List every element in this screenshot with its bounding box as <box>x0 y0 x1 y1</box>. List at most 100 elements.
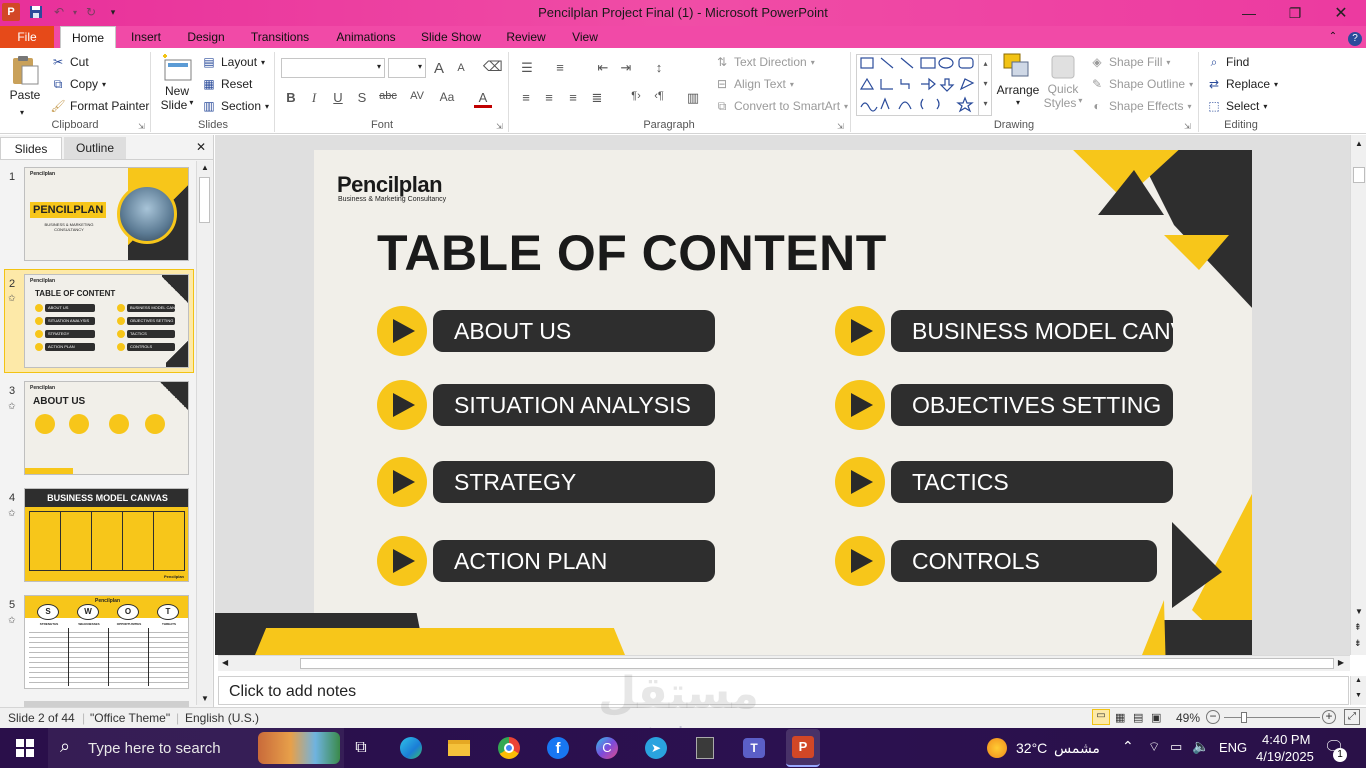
tab-view[interactable]: View <box>566 26 604 48</box>
shapes-gallery[interactable] <box>856 54 992 116</box>
scroll-up-icon[interactable]: ▲ <box>201 163 209 172</box>
shape-effects-button[interactable]: ◐ Shape Effects ▾ <box>1089 98 1191 114</box>
editor-vertical-scrollbar[interactable]: ▲ ▼ ⇞ ⇟ <box>1350 135 1366 655</box>
clipboard-launcher-icon[interactable]: ⇲ <box>138 122 145 131</box>
convert-smartart-button[interactable]: ⧉ Convert to SmartArt ▾ <box>714 98 848 114</box>
facebook-icon[interactable]: f <box>545 736 571 760</box>
language-status[interactable]: English (U.S.) <box>185 711 259 725</box>
zoom-slider-track[interactable] <box>1224 717 1320 718</box>
calculator-icon[interactable] <box>692 736 718 760</box>
weather-temperature[interactable]: 32°C <box>1016 740 1047 756</box>
slide-thumbnail-3[interactable]: Pencilplan ABOUT US <box>24 381 189 475</box>
toc-item[interactable]: BUSINESS MODEL CANVAS <box>891 310 1173 352</box>
slide-canvas[interactable]: Pencilplan Business & Marketing Consulta… <box>314 150 1252 655</box>
find-button[interactable]: ⌕ Find <box>1206 54 1250 70</box>
shapes-scroll[interactable]: ▴ ▾ ▾ <box>978 54 992 116</box>
columns-button[interactable]: ▥ <box>684 90 702 106</box>
bullets-button[interactable]: ☰ <box>518 60 536 76</box>
normal-view-icon[interactable]: ▭ <box>1092 709 1110 725</box>
network-icon[interactable]: ⌔ <box>1148 739 1160 755</box>
weather-sun-icon[interactable] <box>984 736 1010 760</box>
outline-tab[interactable]: Outline <box>64 137 126 159</box>
change-case-button[interactable]: Aa <box>436 90 458 104</box>
slides-tab[interactable]: Slides <box>0 137 62 159</box>
scroll-thumb[interactable] <box>199 177 210 223</box>
restore-icon[interactable]: ❐ <box>1272 0 1318 26</box>
increase-indent-button[interactable]: ⇥ <box>617 60 635 76</box>
zoom-slider-thumb[interactable] <box>1241 712 1247 723</box>
slide-thumbnail-4[interactable]: BUSINESS MODEL CANVAS Pencilplan <box>24 488 189 582</box>
numbering-button[interactable]: ≡ <box>551 60 569 75</box>
theme-name[interactable]: "Office Theme" <box>90 711 170 725</box>
close-panel-icon[interactable]: ✕ <box>196 140 206 154</box>
scroll-right-icon[interactable]: ▶ <box>1338 658 1344 667</box>
clock-time[interactable]: 4:40 PM <box>1262 732 1310 747</box>
help-icon[interactable]: ? <box>1346 26 1364 48</box>
tab-home[interactable]: Home <box>60 26 116 49</box>
rtl-button[interactable]: ‹¶ <box>650 90 668 102</box>
tab-insert[interactable]: Insert <box>124 26 168 48</box>
toc-item[interactable]: STRATEGY <box>433 461 715 503</box>
copilot-icon[interactable]: C <box>594 736 620 760</box>
scroll-thumb[interactable] <box>1353 167 1365 183</box>
zoom-in-icon[interactable]: + <box>1322 710 1336 724</box>
slides-panel-scrollbar[interactable]: ▲ ▼ <box>196 161 212 705</box>
tab-file[interactable]: File <box>0 26 54 48</box>
tab-review[interactable]: Review <box>503 26 549 48</box>
scroll-down-icon[interactable]: ▼ <box>1355 692 1362 699</box>
slide-thumbnail-1[interactable]: Pencilplan PENCILPLAN BUSINESS & MARKETI… <box>24 167 189 261</box>
new-slide-button[interactable]: New Slide ▾ <box>158 54 196 112</box>
replace-button[interactable]: ⇄ Replace ▾ <box>1206 76 1278 92</box>
chrome-icon[interactable] <box>496 736 522 760</box>
toc-item[interactable]: SITUATION ANALYSIS <box>433 384 715 426</box>
show-hidden-icons[interactable]: ⌃ <box>1122 738 1134 755</box>
windows-start-icon[interactable] <box>12 736 38 760</box>
drawing-launcher-icon[interactable]: ⇲ <box>1184 122 1191 131</box>
language-indicator[interactable]: ENG <box>1219 740 1247 755</box>
align-center-button[interactable]: ≡ <box>540 90 558 105</box>
zoom-level[interactable]: 49% <box>1176 711 1200 725</box>
clock-date[interactable]: 4/19/2025 <box>1256 749 1314 764</box>
font-launcher-icon[interactable]: ⇲ <box>496 122 503 131</box>
toc-item[interactable]: ABOUT US <box>433 310 715 352</box>
tab-transitions[interactable]: Transitions <box>246 26 314 48</box>
task-view-icon[interactable]: ⧉ <box>348 736 374 760</box>
character-spacing-button[interactable]: AV <box>406 90 428 102</box>
reading-view-icon[interactable]: ▤ <box>1133 711 1143 724</box>
editor-horizontal-scrollbar[interactable]: ◀ ▶ <box>218 655 1350 671</box>
reset-button[interactable]: ▦ Reset <box>201 76 252 92</box>
zoom-out-icon[interactable]: − <box>1206 710 1220 724</box>
tab-animations[interactable]: Animations <box>330 26 402 48</box>
scroll-thumb[interactable] <box>300 658 1334 669</box>
toc-item[interactable]: ACTION PLAN <box>433 540 715 582</box>
notes-scrollbar[interactable]: ▲ ▼ <box>1350 676 1366 705</box>
notes-pane[interactable]: Click to add notes <box>218 676 1349 705</box>
tab-slide-show[interactable]: Slide Show <box>418 26 484 48</box>
copy-dropdown-icon[interactable]: ▾ <box>102 80 106 89</box>
text-shadow-button[interactable]: S <box>353 90 371 105</box>
shape-outline-button[interactable]: ✎ Shape Outline ▾ <box>1089 76 1193 92</box>
font-name-combo[interactable]: ▾ <box>281 58 385 78</box>
next-slide-icon[interactable]: ⇟ <box>1354 639 1362 648</box>
font-size-combo[interactable]: ▾ <box>388 58 426 78</box>
decrease-indent-button[interactable]: ⇤ <box>594 60 612 76</box>
strikethrough-button[interactable]: abc <box>377 90 399 102</box>
teams-icon[interactable]: T <box>741 736 767 760</box>
volume-icon[interactable]: 🔈 <box>1192 738 1209 755</box>
taskbar-search-box[interactable]: ⌕ Type here to search <box>48 728 344 768</box>
slide-thumbnail-5[interactable]: Pencilplan S STRENGTHS W WEAKNESSES O OPPORTU… <box>24 595 189 689</box>
align-left-button[interactable]: ≡ <box>517 90 535 105</box>
fit-to-window-icon[interactable]: ⤢ <box>1344 709 1360 725</box>
scroll-down-icon[interactable]: ▼ <box>201 694 209 703</box>
paste-button[interactable]: Paste <box>8 54 42 102</box>
bold-button[interactable]: B <box>282 90 300 105</box>
justify-button[interactable]: ≣ <box>588 90 606 106</box>
edge-icon[interactable] <box>398 736 424 760</box>
shrink-font-icon[interactable]: A <box>452 62 470 74</box>
minimize-icon[interactable]: — <box>1226 0 1272 26</box>
paste-dropdown-icon[interactable]: ▾ <box>20 108 24 117</box>
tab-design[interactable]: Design <box>182 26 230 48</box>
align-text-button[interactable]: ⊟ Align Text ▾ <box>714 76 794 92</box>
slide-thumbnail-2[interactable]: Pencilplan TABLE OF CONTENT ABOUT US SITU… <box>24 274 189 368</box>
quick-styles-button[interactable]: Quick Styles ▾ <box>1042 52 1084 110</box>
